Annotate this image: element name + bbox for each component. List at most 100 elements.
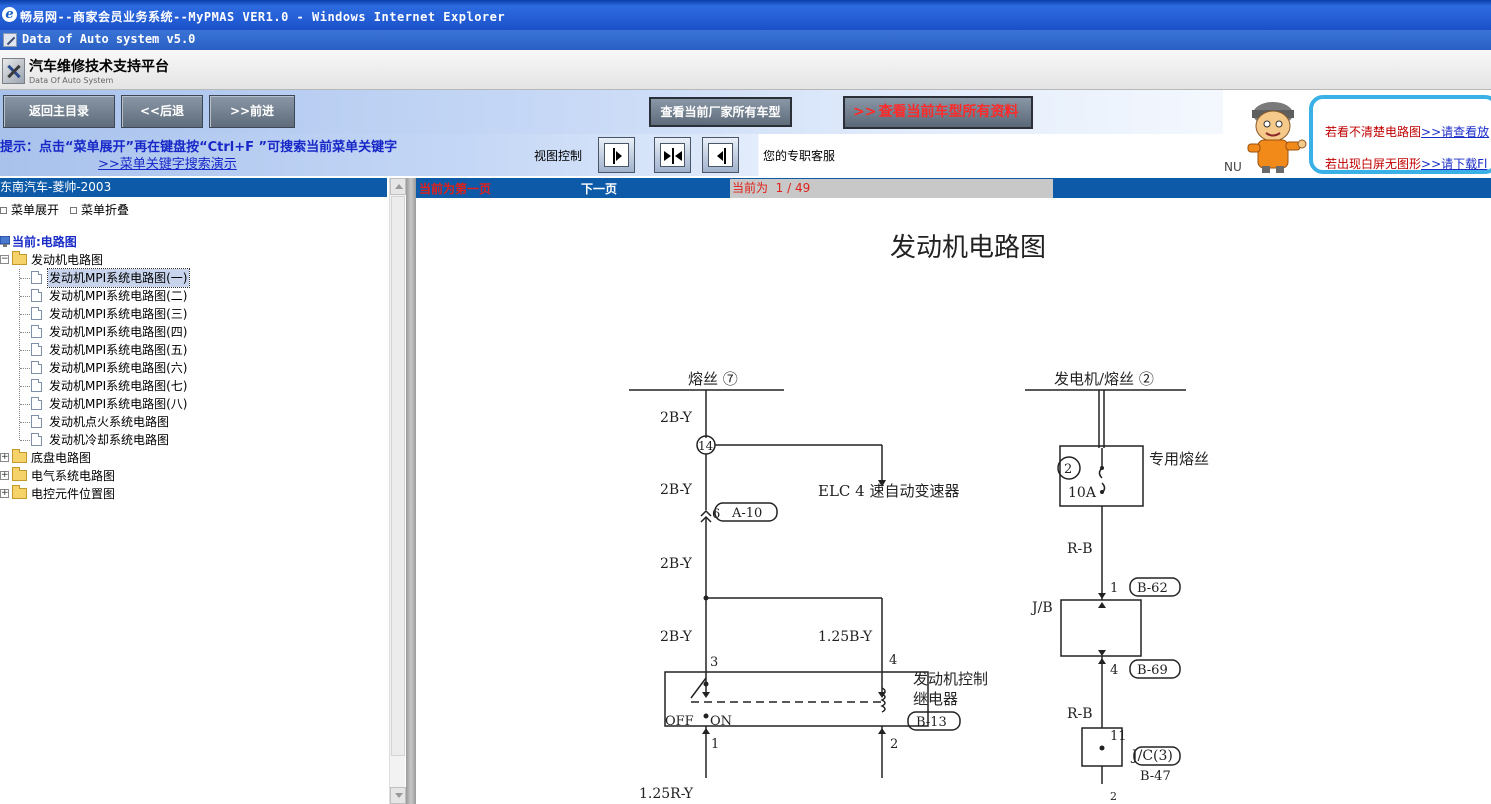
connector-a10-label: A-10	[731, 506, 762, 521]
expand-plus-icon[interactable]: +	[0, 453, 9, 462]
collapse-box-icon	[70, 207, 77, 214]
tree-item-label: 发动机MPI系统电路图(二)	[49, 289, 188, 303]
tree-item-mpi-3[interactable]: 发动机MPI系统电路图(三)	[0, 305, 300, 323]
split-arrows-icon	[660, 143, 685, 167]
wire-label: R-B	[1067, 541, 1093, 557]
scroll-down-arrow-icon[interactable]	[390, 787, 406, 804]
page-counter-value: 1 / 49	[775, 181, 811, 195]
tree-item-ignition[interactable]: 发动机点火系统电路图	[0, 413, 300, 431]
download-flash-link[interactable]: >>请下载Fl	[1421, 157, 1487, 171]
wire-label: 2B-Y	[660, 410, 693, 426]
tree-branch-line	[20, 332, 30, 333]
app-wrench-icon	[3, 33, 17, 47]
engine-wiring-diagram: 发动机电路图 熔丝 ⑦ 发电机/熔丝 ② 2B-Y 14 ELC 4 速自动变速…	[629, 233, 1209, 803]
app-titlebar: Data of Auto system v5.0	[0, 30, 1491, 50]
elc-label: ELC 4 速自动变速器	[818, 482, 959, 500]
tree-branch-line	[20, 368, 30, 369]
wire-label: R-B	[1067, 706, 1093, 722]
pin-label: 2	[1110, 790, 1117, 803]
tree-branch-line	[20, 278, 30, 279]
computer-icon	[0, 236, 10, 247]
tree-item-mpi-1[interactable]: 发动机MPI系统电路图(一)	[0, 268, 300, 288]
zoom-help-link[interactable]: >>请查看放	[1421, 125, 1489, 139]
tree-item-label: 发动机MPI系统电路图(六)	[49, 361, 188, 375]
tree-item-label: 发动机MPI系统电路图(五)	[49, 343, 188, 357]
tree-item-cooling[interactable]: 发动机冷却系统电路图	[0, 431, 300, 449]
tree-item-label: 发动机MPI系统电路图(八)	[49, 397, 188, 411]
tree-branch-line	[20, 350, 30, 351]
fuse7-label: 熔丝 ⑦	[688, 370, 738, 388]
tree-item-label: 发动机冷却系统电路图	[49, 433, 170, 447]
pin-label: 1	[711, 737, 719, 752]
connector-b47-label: B-47	[1140, 769, 1171, 784]
joint-connector-label: J/C(3)	[1130, 748, 1173, 764]
dedicated-fuse-label: 专用熔丝	[1149, 450, 1209, 468]
view-collapse-right-button[interactable]	[702, 137, 739, 173]
tree-scrollbar[interactable]	[389, 178, 406, 804]
tree-item-label: 发动机点火系统电路图	[49, 415, 170, 429]
tree-branch-line	[20, 386, 30, 387]
document-icon	[31, 325, 42, 338]
document-icon	[31, 271, 42, 284]
tree-folder-engine[interactable]: − 发动机电路图	[0, 251, 200, 269]
folder-open-icon	[12, 251, 27, 265]
menu-collapse-button[interactable]: 菜单折叠	[70, 201, 129, 218]
tree-item-mpi-4[interactable]: 发动机MPI系统电路图(四)	[0, 323, 300, 341]
arrow-right-icon	[604, 143, 629, 167]
window-titlebar: e 畅易网--商家会员业务系统--MyPMAS VER1.0 - Windows…	[0, 0, 1491, 30]
connector-b69-label: B-69	[1137, 663, 1168, 678]
scroll-thumb[interactable]	[391, 196, 405, 756]
view-collapse-left-button[interactable]	[598, 137, 635, 173]
switch-on-label: ON	[710, 714, 732, 729]
tree-item-mpi-6[interactable]: 发动机MPI系统电路图(六)	[0, 359, 300, 377]
hint-bar: 提示：点击“菜单展开”再在键盘按“Ctrl+F ”可搜索当前菜单关键字 >>菜单…	[0, 134, 1223, 176]
tree-folder-ecu-locations[interactable]: + 电控元件位置图	[0, 485, 200, 503]
document-icon	[31, 289, 42, 302]
collapse-minus-icon[interactable]: −	[0, 255, 9, 264]
home-button[interactable]: 返回主目录	[3, 95, 115, 128]
view-manufacturer-models-button[interactable]: 查看当前厂家所有车型	[649, 97, 792, 127]
pin-label: 4	[1110, 663, 1118, 678]
view-split-button[interactable]	[654, 137, 691, 173]
next-page-link[interactable]: 下一页	[581, 180, 617, 197]
tree-item-mpi-8[interactable]: 发动机MPI系统电路图(八)	[0, 395, 300, 413]
tree-item-mpi-5[interactable]: 发动机MPI系统电路图(五)	[0, 341, 300, 359]
pin-label: 4	[889, 653, 897, 668]
white-screen-help: 若出现白屏无图形>>请下载Fl	[1325, 155, 1487, 172]
arrow-left-icon	[708, 143, 733, 167]
forward-button[interactable]: >>前进	[209, 95, 295, 128]
node-14-label: 14	[698, 439, 714, 453]
wire-label: 2B-Y	[660, 482, 693, 498]
document-icon	[31, 379, 42, 392]
menu-expand-button[interactable]: 菜单展开	[0, 201, 59, 218]
back-button[interactable]: <<后退	[121, 95, 203, 128]
view-all-model-data-button[interactable]: >> 查看当前车型所有资料	[843, 96, 1033, 129]
expand-plus-icon[interactable]: +	[0, 489, 9, 498]
tree-item-mpi-2[interactable]: 发动机MPI系统电路图(二)	[0, 287, 300, 305]
expand-box-icon	[0, 207, 7, 214]
scroll-up-arrow-icon[interactable]	[390, 178, 406, 195]
search-demo-link[interactable]: >>菜单关键字搜索演示	[98, 153, 237, 172]
tree-branch-line	[20, 440, 30, 441]
help-box: 若看不清楚电路图>>请查看放 若出现白屏无图形>>请下载Fl	[1309, 95, 1491, 174]
tree-folder-electrical[interactable]: + 电气系统电路图	[0, 467, 200, 485]
menu-collapse-label: 菜单折叠	[81, 203, 130, 217]
document-icon	[31, 415, 42, 428]
panel-splitter[interactable]	[406, 178, 416, 804]
document-icon	[31, 361, 42, 374]
tree-folder-label: 底盘电路图	[31, 451, 92, 465]
tree-item-mpi-7[interactable]: 发动机MPI系统电路图(七)	[0, 377, 300, 395]
junction-block-label: J/B	[1030, 600, 1053, 616]
tree-folder-chassis[interactable]: + 底盘电路图	[0, 449, 200, 467]
wire-label: 1.25B-Y	[818, 629, 873, 645]
tree-branch-line	[20, 296, 30, 297]
pin-label: 2	[890, 737, 898, 752]
tree-current-node: 当前:电路图	[0, 233, 200, 251]
relay-name-line1: 发动机控制	[913, 670, 988, 688]
generator-fuse-label: 发电机/熔丝 ②	[1054, 370, 1154, 388]
document-icon	[31, 343, 42, 356]
tree-branch-line	[20, 422, 30, 423]
fuse-number-label: 2	[1064, 462, 1072, 477]
expand-plus-icon[interactable]: +	[0, 471, 9, 480]
double-arrow-icon: >>	[853, 104, 877, 120]
